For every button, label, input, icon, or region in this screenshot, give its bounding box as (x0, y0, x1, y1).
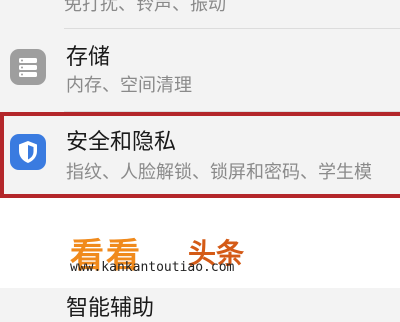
highlight-frame (0, 112, 400, 198)
settings-item-sound[interactable]: 免打扰、铃声、振动 (0, 0, 400, 28)
settings-item-subtitle: 免打扰、铃声、振动 (64, 0, 226, 15)
settings-item-subtitle: 内存、空间清理 (66, 75, 192, 96)
settings-item-assist[interactable]: 智能辅助 (0, 288, 400, 321)
settings-item-title: 智能辅助 (66, 296, 155, 321)
watermark-url: www.kankantoutiao.com (70, 260, 235, 275)
storage-icon (10, 49, 46, 85)
settings-item-title: 存储 (66, 45, 111, 70)
settings-item-storage[interactable]: 存储 内存、空间清理 (0, 29, 400, 111)
